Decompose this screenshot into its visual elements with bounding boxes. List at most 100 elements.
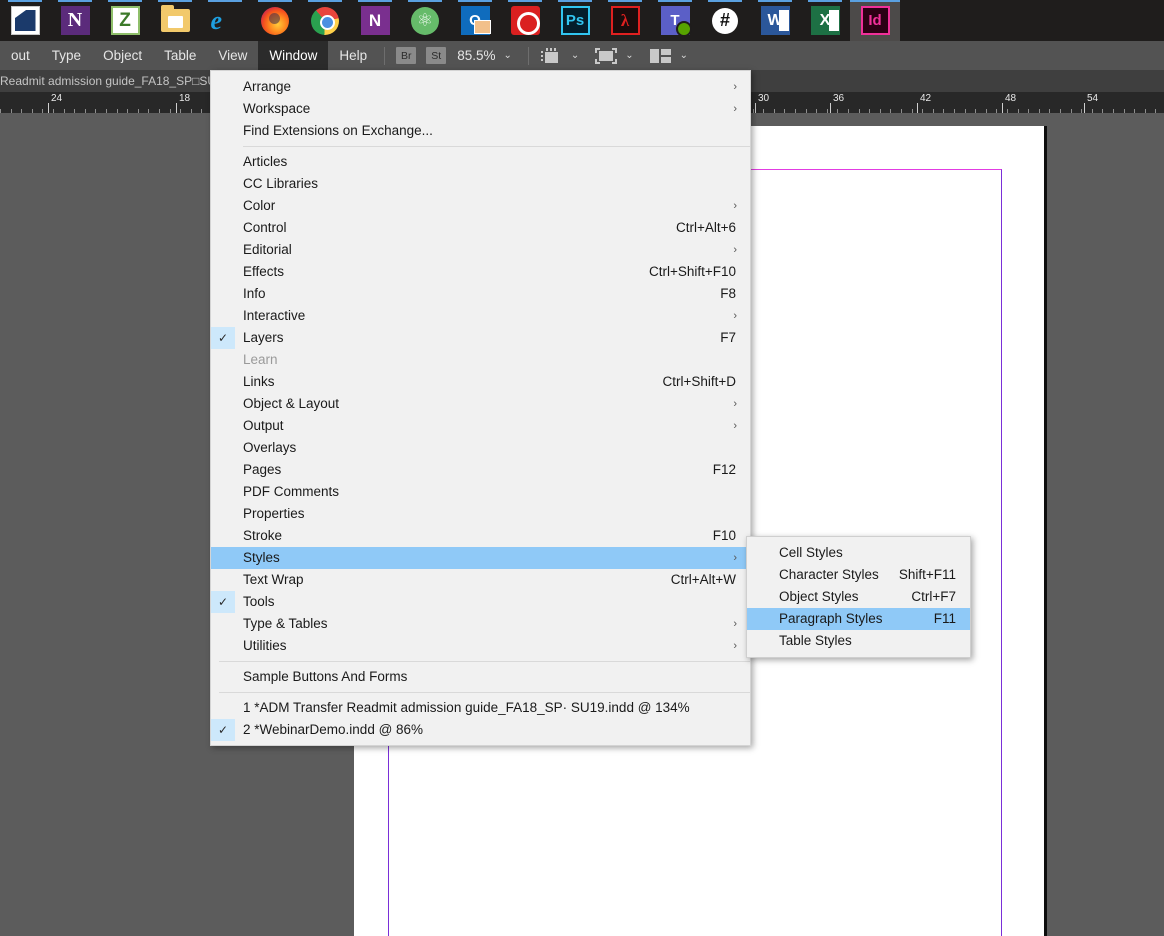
menu-item-stroke[interactable]: Stroke F10 [211,525,750,547]
menubar-item-type[interactable]: Type [41,41,92,70]
menu-item-pages[interactable]: Pages F12 [211,459,750,481]
submenu-item-label: Character Styles [779,567,879,582]
view-options-chevron-down-icon[interactable]: ⌄ [571,50,579,61]
menu-item-utilities[interactable]: Utilities › [211,635,750,657]
menu-item-label: Type & Tables [243,616,328,631]
windows-taskbar: N Ze N ⚛ O Ps λ T # W X Id [0,0,1164,41]
menu-item-styles[interactable]: Styles › [211,547,750,569]
menu-item-sample-buttons-and-forms[interactable]: Sample Buttons And Forms [211,666,750,688]
arrange-documents-chevron-down-icon[interactable]: ⌄ [680,50,688,61]
menu-item-find-extensions-on-exchange[interactable]: Find Extensions on Exchange... [211,120,750,142]
word-taskbar-button[interactable]: W [750,0,800,41]
menu-item-object-layout[interactable]: Object & Layout › [211,393,750,415]
menu-item-output[interactable]: Output › [211,415,750,437]
menu-item-1-adm-transfer-readmit-admission-guide-fa18-sp-su19-indd-134[interactable]: 1 *ADM Transfer Readmit admission guide_… [211,697,750,719]
ruler-label: 30 [758,93,770,104]
excel-taskbar-button[interactable]: X [800,0,850,41]
menu-item-text-wrap[interactable]: Text Wrap Ctrl+Alt+W [211,569,750,591]
menubar-item-window[interactable]: Window [258,41,329,70]
firefox-taskbar-button[interactable] [250,0,300,41]
ruler-label: 54 [1087,93,1099,104]
chrome-taskbar-button[interactable] [300,0,350,41]
menubar-item-object[interactable]: Object [92,41,153,70]
menu-item-layers[interactable]: ✓ Layers F7 [211,327,750,349]
taskbar-running-indicator [708,0,742,2]
atom-taskbar-button[interactable]: ⚛ [400,0,450,41]
teams-icon: T [660,6,692,37]
window-dropdown-menu[interactable]: Arrange › Workspace › Find Extensions on Exc… [210,70,751,746]
internet-explorer-taskbar-button[interactable]: e [200,0,250,41]
indesign-taskbar-button[interactable]: Id [850,0,900,41]
menu-item-label: PDF Comments [243,484,340,499]
menu-item-info[interactable]: Info F8 [211,283,750,305]
menubar-item-table[interactable]: Table [153,41,207,70]
menu-item-properties[interactable]: Properties [211,503,750,525]
creative-cloud-taskbar-button[interactable] [500,0,550,41]
zoom-level-value[interactable]: 85.5% [457,48,495,63]
menu-item-label: Properties [243,506,305,521]
chevron-right-icon: › [733,618,737,630]
screen-mode-chevron-down-icon[interactable]: ⌄ [625,50,633,61]
styles-submenu[interactable]: Cell Styles Character Styles Shift+F11 Obje… [746,536,971,658]
onenote-taskbar-button[interactable]: N [350,0,400,41]
acrobat-taskbar-button[interactable]: λ [600,0,650,41]
submenu-item-object-styles[interactable]: Object Styles Ctrl+F7 [747,586,970,608]
indesign-icon: Id [860,6,890,35]
zotero-app-taskbar-button[interactable]: Z [100,0,150,41]
menu-item-label: Arrange [243,79,292,94]
menubar-item-view[interactable]: View [207,41,258,70]
menu-item-label: Stroke [243,528,283,543]
menu-item-effects[interactable]: Effects Ctrl+Shift+F10 [211,261,750,283]
stock-button[interactable]: St [426,47,447,64]
chevron-right-icon: › [733,640,737,652]
bridge-button[interactable]: Br [396,47,417,64]
submenu-item-shortcut: F11 [933,611,956,626]
submenu-item-paragraph-styles[interactable]: Paragraph Styles F11 [747,608,970,630]
arrange-documents-icon[interactable] [649,48,672,64]
screen-mode-icon[interactable] [595,47,618,64]
menu-item-shortcut: F7 [720,330,736,345]
menu-item-links[interactable]: Links Ctrl+Shift+D [211,371,750,393]
teams-taskbar-button[interactable]: T [650,0,700,41]
menu-item-interactive[interactable]: Interactive › [211,305,750,327]
menu-item-label: Styles [243,550,280,565]
submenu-item-table-styles[interactable]: Table Styles [747,630,970,652]
taskbar-running-indicator [458,0,492,2]
menubar-item-help[interactable]: Help [328,41,378,70]
menu-item-shortcut: Ctrl+Alt+W [670,572,736,587]
file-explorer-taskbar-button[interactable] [150,0,200,41]
zoom-chevron-down-icon[interactable]: ⌄ [503,50,511,61]
menu-item-pdf-comments[interactable]: PDF Comments [211,481,750,503]
menu-item-articles[interactable]: Articles [211,151,750,173]
menu-item-type-tables[interactable]: Type & Tables › [211,613,750,635]
menu-item-tools[interactable]: ✓ Tools [211,591,750,613]
notability-app-taskbar-button[interactable]: N [50,0,100,41]
menu-item-overlays[interactable]: Overlays [211,437,750,459]
menu-item-control[interactable]: Control Ctrl+Alt+6 [211,217,750,239]
view-options-icon[interactable] [540,47,563,64]
submenu-item-character-styles[interactable]: Character Styles Shift+F11 [747,564,970,586]
menu-item-2-webinardemo-indd-86[interactable]: ✓ 2 *WebinarDemo.indd @ 86% [211,719,750,741]
photoshop-taskbar-button[interactable]: Ps [550,0,600,41]
menu-item-editorial[interactable]: Editorial › [211,239,750,261]
menubar-item-out[interactable]: out [0,41,41,70]
menu-item-cc-libraries[interactable]: CC Libraries [211,173,750,195]
onenote-icon: N [360,6,390,35]
taskbar-running-indicator [508,0,542,2]
submenu-item-shortcut: Shift+F11 [898,567,956,582]
menu-item-arrange[interactable]: Arrange › [211,76,750,98]
menu-item-label: Overlays [243,440,297,455]
menu-item-label: Output [243,418,284,433]
menu-item-workspace[interactable]: Workspace › [211,98,750,120]
submenu-item-cell-styles[interactable]: Cell Styles [747,542,970,564]
outlook-taskbar-button[interactable]: O [450,0,500,41]
menu-item-label: Text Wrap [243,572,304,587]
menu-item-color[interactable]: Color › [211,195,750,217]
submenu-item-shortcut: Ctrl+F7 [911,589,956,604]
taskbar-running-indicator [8,0,42,2]
slack-taskbar-button[interactable]: # [700,0,750,41]
document-tab[interactable]: Readmit admission guide_FA18_SP□SU1 [0,70,223,92]
wavefront-app-taskbar-button[interactable] [0,0,50,41]
taskbar-running-indicator [608,0,642,2]
menubar-divider-2 [527,46,529,65]
